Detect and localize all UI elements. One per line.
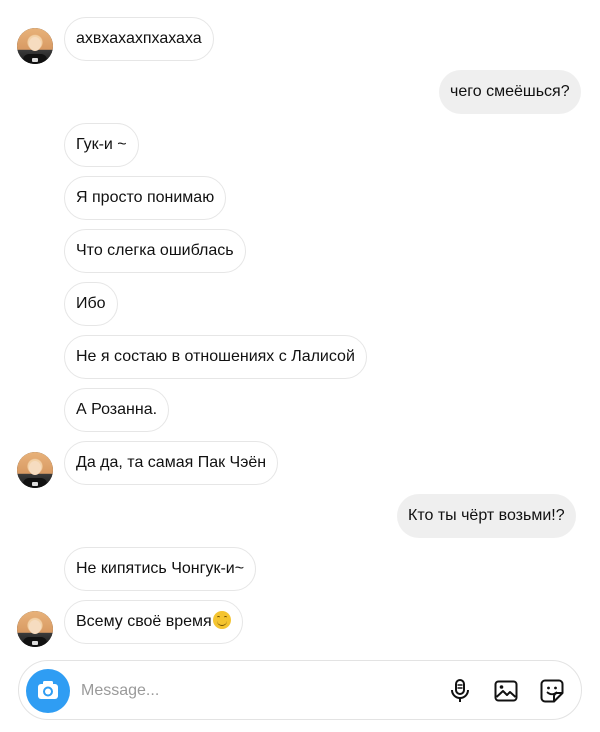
camera-icon — [38, 681, 58, 699]
incoming-message[interactable]: Ибо — [64, 282, 118, 326]
contact-avatar[interactable] — [17, 452, 53, 488]
incoming-message[interactable]: ахвхахахпхахаха — [64, 17, 214, 61]
outgoing-message[interactable]: Кто ты чёрт возьми!? — [397, 494, 576, 538]
message-text: Всему своё время — [76, 613, 212, 630]
outgoing-message[interactable]: чего смеёшься? — [439, 70, 581, 114]
contact-avatar[interactable] — [17, 28, 53, 64]
incoming-message[interactable]: Не кипятись Чонгук-и~ — [64, 547, 257, 591]
incoming-message[interactable]: Да да, та самая Пак Чэён — [64, 441, 279, 485]
message-thread[interactable]: ахвхахахпхахаха чего смеёшься? Гук-и ~ Я… — [0, 0, 600, 650]
sticker-icon[interactable] — [539, 678, 565, 704]
gallery-icon[interactable] — [493, 678, 519, 704]
message-composer: Message... — [18, 660, 582, 720]
microphone-icon[interactable] — [447, 678, 473, 704]
incoming-message[interactable]: Всему своё время — [64, 600, 243, 644]
incoming-message[interactable]: Не я состаю в отношениях с Лалисой — [64, 335, 367, 379]
incoming-message[interactable]: Что слегка ошиблась — [64, 229, 246, 273]
incoming-message[interactable]: Гук-и ~ — [64, 123, 139, 167]
incoming-message[interactable]: А Розанна. — [64, 388, 170, 432]
incoming-message[interactable]: Я просто понимаю — [64, 176, 227, 220]
message-input[interactable]: Message... — [81, 661, 159, 721]
camera-button[interactable] — [26, 669, 70, 713]
contact-avatar[interactable] — [17, 611, 53, 647]
smiling-face-emoji-icon — [212, 611, 231, 629]
